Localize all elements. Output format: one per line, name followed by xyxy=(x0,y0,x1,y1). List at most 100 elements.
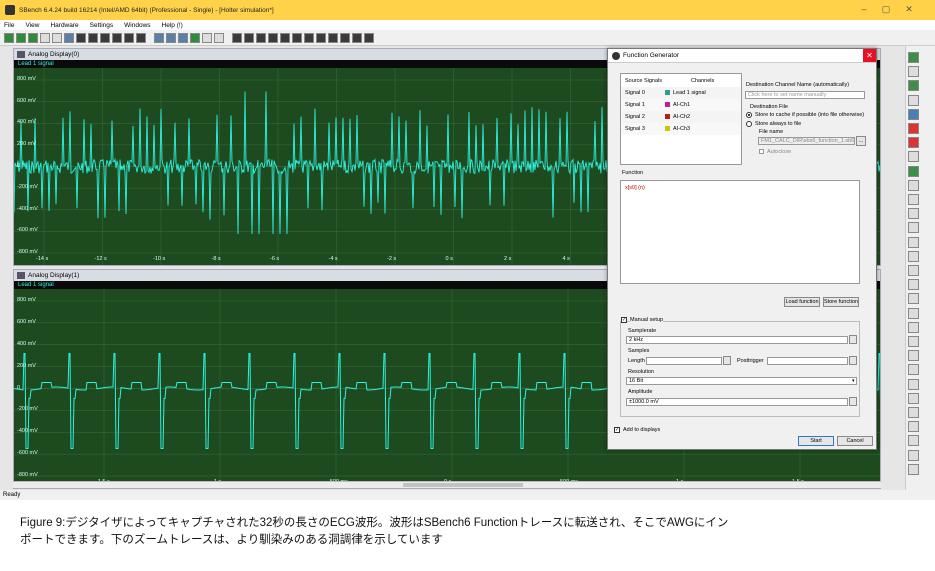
close-icon[interactable] xyxy=(908,463,919,475)
zoom-icon[interactable] xyxy=(292,32,302,43)
manual-setup-checkbox[interactable]: ✓ xyxy=(621,317,627,323)
filter-icon[interactable] xyxy=(908,392,919,404)
info-display-icon[interactable] xyxy=(124,32,134,43)
settings-gear-icon[interactable] xyxy=(190,32,200,43)
menu-hardware[interactable]: Hardware xyxy=(50,22,78,29)
panel-icon[interactable] xyxy=(908,94,919,106)
save-icon[interactable] xyxy=(52,32,62,43)
panel-icon[interactable] xyxy=(364,32,374,43)
spectrum-icon[interactable] xyxy=(908,52,919,63)
edit-icon[interactable] xyxy=(908,449,919,461)
posttrigger-spinner[interactable] xyxy=(849,356,857,365)
samplerate-input[interactable]: 2 kHz xyxy=(626,336,848,344)
add-to-displays-checkbox[interactable]: ✓ xyxy=(614,427,620,433)
load-function-button[interactable]: Load function xyxy=(784,297,820,307)
function-editor[interactable]: x[s0] (n) xyxy=(620,180,860,284)
table-row[interactable]: Signal 1 AI-Ch1 xyxy=(621,99,741,111)
browse-button[interactable]: ... xyxy=(856,136,866,146)
close-button[interactable]: ✕ xyxy=(900,3,918,15)
length-spinner[interactable] xyxy=(723,356,731,365)
menu-settings[interactable]: Settings xyxy=(90,22,114,29)
run-icon[interactable] xyxy=(4,32,14,43)
length-input[interactable] xyxy=(646,357,722,365)
trace-icon[interactable] xyxy=(908,435,919,447)
export-icon[interactable] xyxy=(908,108,919,120)
store-cache-radio[interactable] xyxy=(746,112,752,118)
zoom-in-icon[interactable] xyxy=(908,194,919,205)
export-icon[interactable] xyxy=(166,32,176,43)
left-icon[interactable] xyxy=(908,279,919,291)
menu-file[interactable]: File xyxy=(4,22,14,29)
single-shot-icon[interactable] xyxy=(28,32,38,43)
resolution-select[interactable]: 16 Bit xyxy=(626,377,857,385)
amplitude-spinner[interactable] xyxy=(849,397,857,406)
record-icon[interactable] xyxy=(908,137,919,149)
marker-icon[interactable] xyxy=(316,32,326,43)
open-icon[interactable] xyxy=(64,32,74,43)
dialog-titlebar[interactable]: Function Generator xyxy=(608,49,876,63)
minimize-button[interactable]: – xyxy=(855,3,873,15)
delete-icon[interactable] xyxy=(908,123,919,134)
menu-help[interactable]: Help (!) xyxy=(162,22,183,29)
down-icon[interactable] xyxy=(908,321,919,333)
window-icon[interactable] xyxy=(202,32,212,43)
expand-icon[interactable] xyxy=(908,250,919,262)
cross-icon[interactable] xyxy=(328,32,338,43)
list-icon[interactable] xyxy=(340,32,350,43)
fft-display-icon[interactable] xyxy=(112,32,122,43)
layout-icon[interactable] xyxy=(268,32,278,43)
x-icon[interactable] xyxy=(908,407,919,418)
menu-windows[interactable]: Windows xyxy=(124,22,150,29)
marker-icon[interactable] xyxy=(908,364,919,376)
grid-icon[interactable] xyxy=(908,165,919,177)
horizontal-scrollbar[interactable] xyxy=(13,481,881,488)
samplerate-spinner[interactable] xyxy=(849,335,857,344)
plus-icon[interactable] xyxy=(908,222,919,234)
digital-display-icon[interactable] xyxy=(88,32,98,43)
dialog-close-button[interactable]: ✕ xyxy=(863,49,876,62)
grid-icon[interactable] xyxy=(280,32,290,43)
amplitude-input[interactable]: ±1000.0 mV xyxy=(626,398,848,406)
xy-display-icon[interactable] xyxy=(100,32,110,43)
menu-view[interactable]: View xyxy=(25,22,39,29)
start-icon[interactable] xyxy=(16,32,26,43)
lock-icon[interactable] xyxy=(908,336,919,347)
arrange-icon[interactable] xyxy=(256,32,266,43)
window2-icon[interactable] xyxy=(214,32,224,43)
stack-icon[interactable] xyxy=(908,421,919,433)
y-axis-label: -600 mV xyxy=(17,227,38,234)
stop-icon[interactable] xyxy=(40,32,50,43)
list-icon[interactable] xyxy=(908,66,919,78)
cancel-button[interactable]: Cancel xyxy=(837,436,873,446)
chart-icon[interactable] xyxy=(908,80,919,92)
destination-name-input[interactable]: Click here to set name manually xyxy=(745,91,865,99)
zoom-out-icon[interactable] xyxy=(908,208,919,220)
cursor-icon[interactable] xyxy=(908,179,919,191)
right-icon[interactable] xyxy=(908,293,919,305)
up-icon[interactable] xyxy=(908,307,919,319)
table-row[interactable]: Signal 3 AI-Ch3 xyxy=(621,123,741,135)
tile-icon[interactable] xyxy=(232,32,242,43)
posttrigger-input[interactable] xyxy=(767,357,848,365)
analog-display-icon[interactable] xyxy=(76,32,86,43)
cursor-icon[interactable] xyxy=(304,32,314,43)
store-function-button[interactable]: Store function xyxy=(823,297,859,307)
histogram-display-icon[interactable] xyxy=(136,32,146,43)
scrollbar-thumb[interactable] xyxy=(403,483,523,487)
measure-icon[interactable] xyxy=(908,350,919,362)
calc-icon[interactable] xyxy=(178,32,188,43)
start-button[interactable]: Start xyxy=(798,436,834,446)
file-name-input[interactable]: FM1_CALC_DIR\sbs6_function_1.sb6dat xyxy=(758,137,855,145)
table-icon[interactable] xyxy=(352,32,362,43)
maximize-button[interactable]: ▢ xyxy=(877,3,895,15)
autoclose-checkbox[interactable] xyxy=(759,149,764,154)
math-icon[interactable] xyxy=(908,378,919,390)
info-icon[interactable] xyxy=(908,151,919,163)
minus-icon[interactable] xyxy=(908,236,919,248)
cascade-icon[interactable] xyxy=(244,32,254,43)
fit-icon[interactable] xyxy=(908,265,919,276)
import-icon[interactable] xyxy=(154,32,164,43)
store-file-radio[interactable] xyxy=(746,121,752,127)
table-row[interactable]: Signal 0 Lead 1 signal xyxy=(621,87,741,99)
table-row[interactable]: Signal 2 AI-Ch2 xyxy=(621,111,741,123)
